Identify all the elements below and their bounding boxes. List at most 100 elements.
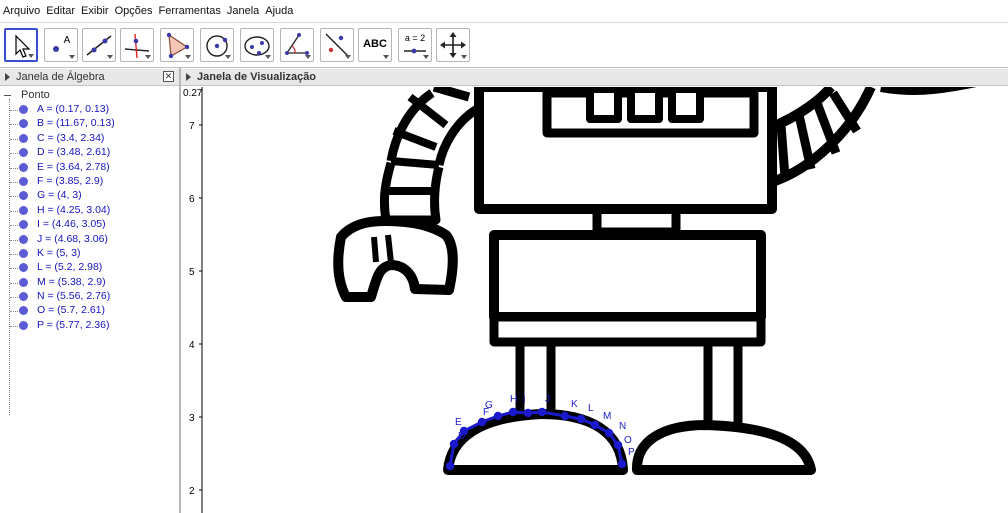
move-tool[interactable] bbox=[4, 28, 38, 62]
visibility-toggle-icon[interactable] bbox=[19, 162, 28, 172]
graphics-point[interactable] bbox=[617, 459, 627, 469]
y-tick-label: 6 bbox=[189, 194, 195, 205]
visibility-toggle-icon[interactable] bbox=[19, 277, 28, 287]
slider-tool[interactable]: a = 2 bbox=[398, 28, 432, 62]
list-item[interactable]: F = (3.85, 2.9) bbox=[0, 175, 179, 189]
graphics-point[interactable] bbox=[493, 411, 503, 421]
list-item[interactable]: C = (3.4, 2.34) bbox=[0, 132, 179, 146]
list-item[interactable]: N = (5.56, 2.76) bbox=[0, 290, 179, 304]
point-definition: B = (11.67, 0.13) bbox=[37, 117, 115, 130]
point-definition: P = (5.77, 2.36) bbox=[37, 318, 110, 331]
graphics-point[interactable] bbox=[508, 407, 518, 417]
graphics-point[interactable] bbox=[523, 408, 533, 418]
visibility-toggle-icon[interactable] bbox=[19, 292, 28, 302]
visibility-toggle-icon[interactable] bbox=[19, 248, 28, 258]
circle-tool[interactable] bbox=[200, 28, 234, 62]
text-tool[interactable]: ABC bbox=[358, 28, 392, 62]
line-tool[interactable] bbox=[82, 28, 116, 62]
list-item[interactable]: I = (4.46, 3.05) bbox=[0, 218, 179, 232]
graphics-point[interactable] bbox=[560, 411, 570, 421]
visibility-toggle-icon[interactable] bbox=[19, 263, 28, 273]
list-item[interactable]: H = (4.25, 3.04) bbox=[0, 204, 179, 218]
tree-branch bbox=[10, 167, 18, 169]
graphics-point[interactable] bbox=[604, 428, 614, 438]
menu-item-5[interactable]: Janela bbox=[227, 5, 259, 17]
tree-branch bbox=[10, 253, 18, 255]
list-item[interactable]: P = (5.77, 2.36) bbox=[0, 319, 179, 333]
list-item[interactable]: M = (5.38, 2.9) bbox=[0, 276, 179, 290]
y-tick-label: 4 bbox=[189, 340, 195, 351]
point-definition: I = (4.46, 3.05) bbox=[37, 218, 106, 231]
graphics-view-title: Janela de Visualização bbox=[197, 71, 317, 83]
visibility-toggle-icon[interactable] bbox=[19, 306, 28, 316]
point-label: L bbox=[588, 403, 594, 414]
tool-menu-arrow bbox=[69, 55, 75, 59]
point-definition: C = (3.4, 2.34) bbox=[37, 131, 105, 144]
point-label: I bbox=[523, 395, 526, 406]
tool-menu-arrow bbox=[383, 55, 389, 59]
list-item[interactable]: B = (11.67, 0.13) bbox=[0, 117, 179, 131]
list-item[interactable]: E = (3.64, 2.78) bbox=[0, 161, 179, 175]
tree-branch bbox=[10, 311, 18, 313]
graphics-point[interactable] bbox=[576, 414, 586, 424]
point-tool[interactable]: A bbox=[44, 28, 78, 62]
visibility-toggle-icon[interactable] bbox=[19, 133, 28, 143]
robot-image bbox=[333, 87, 977, 475]
graphics-point[interactable] bbox=[449, 439, 459, 449]
point-label: M bbox=[603, 411, 611, 422]
algebra-view-header[interactable]: Janela de Álgebra ✕ bbox=[0, 69, 180, 86]
menu-item-0[interactable]: Arquivo bbox=[3, 5, 40, 17]
expand-triangle-icon[interactable] bbox=[5, 73, 10, 81]
graphics-point[interactable] bbox=[459, 426, 469, 436]
graphics-point[interactable] bbox=[445, 461, 455, 471]
visibility-toggle-icon[interactable] bbox=[19, 234, 28, 244]
menu-item-1[interactable]: Editar bbox=[46, 5, 75, 17]
ellipse-tool[interactable] bbox=[240, 28, 274, 62]
visibility-toggle-icon[interactable] bbox=[19, 148, 28, 158]
reflect-tool[interactable] bbox=[320, 28, 354, 62]
visibility-toggle-icon[interactable] bbox=[19, 105, 28, 114]
graphics-point[interactable] bbox=[613, 440, 623, 450]
list-item[interactable]: J = (4.68, 3.06) bbox=[0, 233, 179, 247]
list-item[interactable]: L = (5.2, 2.98) bbox=[0, 261, 179, 275]
expand-triangle-icon[interactable] bbox=[186, 73, 191, 81]
y-tick-label: 5 bbox=[189, 267, 195, 278]
tree-group-ponto[interactable]: Ponto bbox=[4, 89, 50, 102]
visibility-toggle-icon[interactable] bbox=[19, 320, 28, 330]
angle-tool[interactable] bbox=[280, 28, 314, 62]
graphics-canvas[interactable]: 765432 0.27 DEFGH I J K LMNOP bbox=[181, 87, 1008, 513]
y-tick-label: 2 bbox=[189, 486, 195, 497]
list-item[interactable]: O = (5.7, 2.61) bbox=[0, 304, 179, 318]
move-view-tool[interactable] bbox=[436, 28, 470, 62]
list-item[interactable]: A = (0.17, 0.13) bbox=[0, 103, 179, 117]
menu-item-2[interactable]: Exibir bbox=[81, 5, 109, 17]
graphics-view-header[interactable]: Janela de Visualização bbox=[181, 69, 1008, 86]
menu-item-4[interactable]: Ferramentas bbox=[158, 5, 220, 17]
graphics-view[interactable]: 765432 0.27 D E F G H I J K L M N O P bbox=[181, 87, 1008, 513]
graphics-point[interactable] bbox=[477, 417, 487, 427]
tree-group-label: Ponto bbox=[21, 89, 50, 101]
menu-item-6[interactable]: Ajuda bbox=[265, 5, 293, 17]
graphics-point[interactable] bbox=[537, 407, 547, 417]
visibility-toggle-icon[interactable] bbox=[19, 220, 28, 230]
visibility-toggle-icon[interactable] bbox=[19, 119, 28, 129]
graphics-point[interactable] bbox=[590, 420, 600, 430]
visibility-toggle-icon[interactable] bbox=[19, 191, 28, 201]
tree-branch bbox=[10, 325, 18, 327]
toolbar: A ABC a = 2 bbox=[0, 22, 1008, 68]
polygon-tool[interactable] bbox=[160, 28, 194, 62]
menu-item-3[interactable]: Opções bbox=[115, 5, 153, 17]
visibility-toggle-icon[interactable] bbox=[19, 205, 28, 215]
point-definition: M = (5.38, 2.9) bbox=[37, 275, 106, 288]
list-item[interactable]: G = (4, 3) bbox=[0, 189, 179, 203]
close-icon[interactable]: ✕ bbox=[163, 71, 174, 82]
list-item[interactable]: D = (3.48, 2.61) bbox=[0, 146, 179, 160]
visibility-toggle-icon[interactable] bbox=[19, 176, 28, 186]
collapse-icon[interactable] bbox=[4, 94, 11, 96]
point-definition: E = (3.64, 2.78) bbox=[37, 160, 110, 173]
tree-branch bbox=[10, 225, 18, 227]
tree-branch bbox=[10, 239, 18, 241]
perpendicular-tool[interactable] bbox=[120, 28, 154, 62]
tree-branch bbox=[10, 138, 18, 140]
list-item[interactable]: K = (5, 3) bbox=[0, 247, 179, 261]
